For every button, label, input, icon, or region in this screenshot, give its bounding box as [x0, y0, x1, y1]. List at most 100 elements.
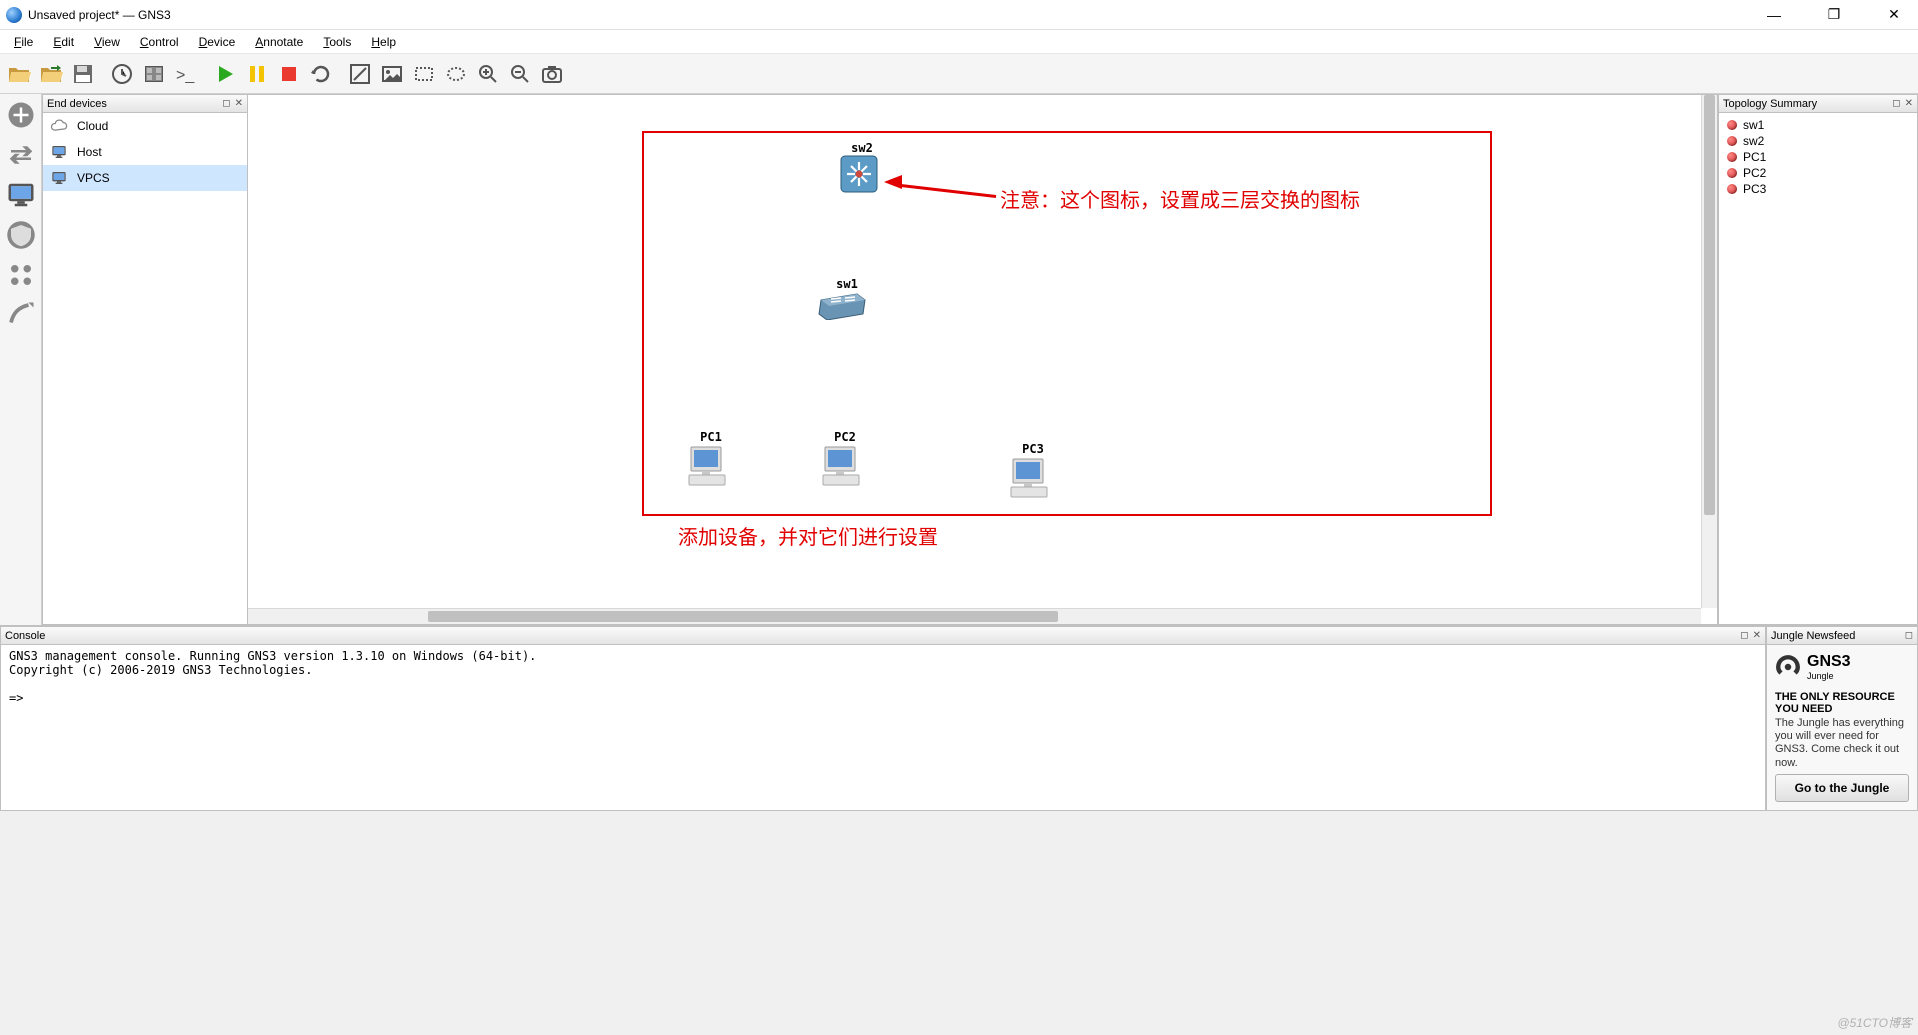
note-icon[interactable]	[345, 59, 375, 89]
menu-view[interactable]: View	[84, 35, 130, 49]
end-devices-panel-header[interactable]: End devices ◻ ✕	[43, 95, 247, 113]
open-recent-icon[interactable]	[36, 59, 66, 89]
stop-icon[interactable]	[274, 59, 304, 89]
device-item-host[interactable]: Host	[43, 139, 247, 165]
menu-tools[interactable]: Tools	[313, 35, 361, 49]
device-item-vpcs[interactable]: VPCS	[43, 165, 247, 191]
node-label-pc1: PC1	[700, 430, 722, 444]
canvas-vertical-scrollbar[interactable]	[1701, 95, 1717, 608]
annotation-text-2: 添加设备，并对它们进行设置	[678, 521, 938, 550]
console-output[interactable]: GNS3 management console. Running GNS3 ve…	[1, 645, 1765, 810]
device-item-label: VPCS	[77, 171, 110, 185]
news-panel-title: Jungle Newsfeed	[1771, 630, 1905, 642]
panel-undock-icon[interactable]: ◻	[1892, 98, 1900, 109]
news-headline: THE ONLY RESOURCE YOU NEED	[1775, 691, 1909, 715]
save-icon[interactable]	[68, 59, 98, 89]
node-label-pc2: PC2	[834, 430, 856, 444]
console-panel-header[interactable]: Console ◻ ✕	[1, 627, 1765, 645]
device-item-label: Cloud	[77, 119, 108, 133]
router-category-icon[interactable]	[4, 98, 38, 132]
node-pc1[interactable]	[685, 443, 729, 490]
switch-category-icon[interactable]	[4, 138, 38, 172]
jungle-newsfeed-panel: Jungle Newsfeed ◻ GNS3 Jungle THE ONLY R…	[1766, 626, 1918, 811]
status-dot-icon	[1727, 136, 1737, 146]
panel-undock-icon[interactable]: ◻	[222, 98, 230, 109]
panel-close-icon[interactable]: ✕	[1905, 98, 1913, 109]
titlebar: Unsaved project* — GNS3 — ❐ ✕	[0, 0, 1918, 30]
topology-summary-panel: Topology Summary ◻ ✕ sw1sw2PC1PC2PC3	[1718, 94, 1918, 625]
topology-item-pc2[interactable]: PC2	[1727, 165, 1909, 181]
menubar: FileEditViewControlDeviceAnnotateToolsHe…	[0, 30, 1918, 54]
all-devices-category-icon[interactable]	[4, 258, 38, 292]
device-item-label: Host	[77, 145, 102, 159]
gns3-jungle-logo: GNS3 Jungle	[1775, 653, 1909, 681]
status-dot-icon	[1727, 168, 1737, 178]
menu-file[interactable]: File	[4, 35, 43, 49]
status-dot-icon	[1727, 152, 1737, 162]
status-dot-icon	[1727, 184, 1737, 194]
topology-panel-title: Topology Summary	[1723, 98, 1892, 110]
topology-list[interactable]: sw1sw2PC1PC2PC3	[1719, 113, 1917, 624]
topology-item-pc1[interactable]: PC1	[1727, 149, 1909, 165]
security-category-icon[interactable]	[4, 218, 38, 252]
menu-edit[interactable]: Edit	[43, 35, 84, 49]
minimize-button[interactable]: —	[1756, 3, 1792, 27]
end-devices-panel-title: End devices	[47, 98, 222, 110]
pause-icon[interactable]	[242, 59, 272, 89]
status-dot-icon	[1727, 120, 1737, 130]
topology-item-sw2[interactable]: sw2	[1727, 133, 1909, 149]
node-label-pc3: PC3	[1022, 442, 1044, 456]
toolbar	[0, 54, 1918, 94]
node-pc3[interactable]	[1007, 455, 1051, 502]
node-sw2[interactable]	[839, 154, 879, 197]
node-label-sw1: sw1	[836, 277, 858, 291]
device-status-icon[interactable]	[139, 59, 169, 89]
annotation-text-1: 注意：这个图标，设置成三层交换的图标	[1000, 184, 1360, 213]
screenshot-icon[interactable]	[537, 59, 567, 89]
topology-item-pc3[interactable]: PC3	[1727, 181, 1909, 197]
annotation-arrow-head	[884, 175, 902, 189]
panel-undock-icon[interactable]: ◻	[1740, 630, 1748, 641]
clock-icon[interactable]	[107, 59, 137, 89]
zoom-out-icon[interactable]	[505, 59, 535, 89]
close-button[interactable]: ✕	[1876, 3, 1912, 27]
topology-panel-header[interactable]: Topology Summary ◻ ✕	[1719, 95, 1917, 113]
panel-close-icon[interactable]: ✕	[1753, 630, 1761, 641]
window-title: Unsaved project* — GNS3	[28, 8, 1756, 22]
image-icon[interactable]	[377, 59, 407, 89]
node-pc2[interactable]	[819, 443, 863, 490]
left-toolbar	[0, 94, 42, 625]
menu-device[interactable]: Device	[189, 35, 246, 49]
rect-icon[interactable]	[409, 59, 439, 89]
menu-help[interactable]: Help	[361, 35, 406, 49]
news-panel-header[interactable]: Jungle Newsfeed ◻	[1767, 627, 1917, 645]
menu-annotate[interactable]: Annotate	[245, 35, 313, 49]
canvas-area[interactable]: 注意：这个图标，设置成三层交换的图标添加设备，并对它们进行设置 sw2 sw1 PC1…	[248, 94, 1718, 625]
start-icon[interactable]	[210, 59, 240, 89]
canvas-horizontal-scrollbar[interactable]	[248, 608, 1701, 624]
end-devices-category-icon[interactable]	[4, 178, 38, 212]
open-project-icon[interactable]	[4, 59, 34, 89]
menu-control[interactable]: Control	[130, 35, 189, 49]
panel-undock-icon[interactable]: ◻	[1905, 630, 1913, 641]
news-brand-sub: Jungle	[1807, 671, 1851, 681]
app-icon	[6, 7, 22, 23]
devices-list[interactable]: Cloud Host VPCS	[43, 113, 247, 624]
news-brand: GNS3	[1807, 653, 1851, 671]
topology-item-sw1[interactable]: sw1	[1727, 117, 1909, 133]
console-panel-title: Console	[5, 630, 1740, 642]
console-icon[interactable]	[171, 59, 201, 89]
panel-close-icon[interactable]: ✕	[235, 98, 243, 109]
device-item-cloud[interactable]: Cloud	[43, 113, 247, 139]
watermark: @51CTO博客	[1837, 1014, 1912, 1031]
link-tool-icon[interactable]	[4, 298, 38, 332]
maximize-button[interactable]: ❐	[1816, 3, 1852, 27]
zoom-in-icon[interactable]	[473, 59, 503, 89]
go-to-jungle-button[interactable]: Go to the Jungle	[1775, 774, 1909, 802]
node-label-sw2: sw2	[851, 141, 873, 155]
node-sw1[interactable]	[817, 290, 867, 323]
reload-icon[interactable]	[306, 59, 336, 89]
news-description: The Jungle has everything you will ever …	[1775, 717, 1909, 770]
ellipse-icon[interactable]	[441, 59, 471, 89]
console-panel: Console ◻ ✕ GNS3 management console. Runn…	[0, 626, 1766, 811]
